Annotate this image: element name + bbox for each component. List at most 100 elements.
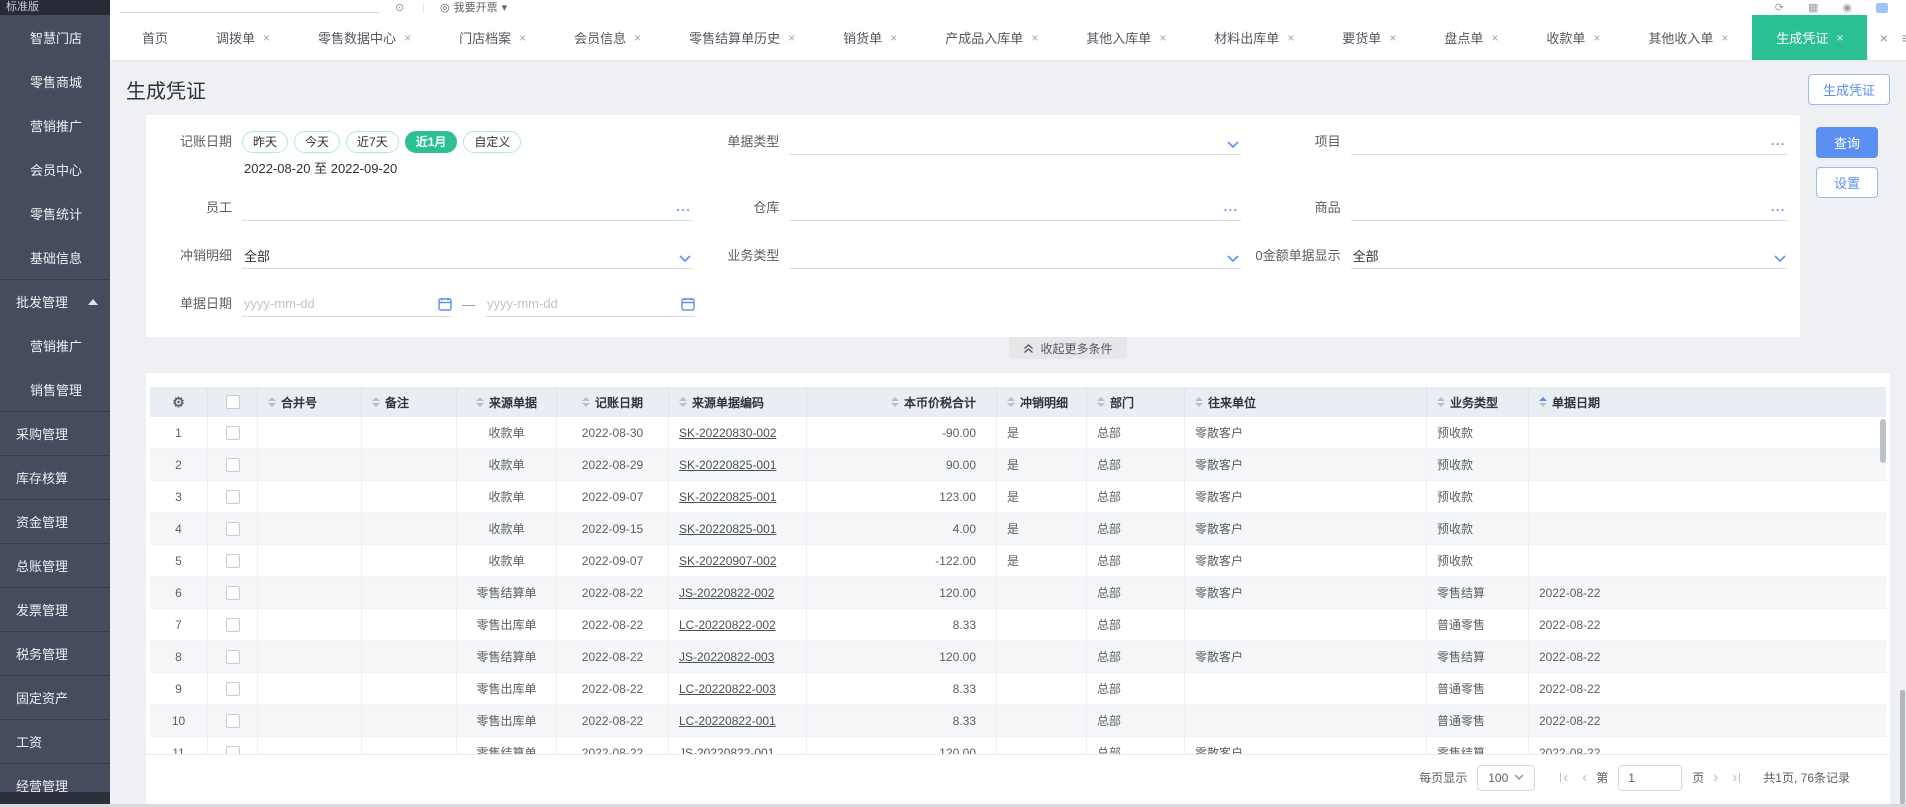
refresh-icon[interactable]: ⟳ xyxy=(1775,1,1784,15)
writeoff-detail-select[interactable]: 全部 xyxy=(242,243,694,269)
tab-收款单[interactable]: 收款单 × xyxy=(1522,15,1624,60)
date-pill-今天[interactable]: 今天 xyxy=(294,131,341,153)
sidebar-item-采购管理[interactable]: 采购管理 xyxy=(0,411,110,455)
tab-menu-icon[interactable]: ≡ xyxy=(1902,30,1906,46)
source-code-link[interactable]: SK-20220830-002 xyxy=(679,426,776,440)
close-tab-icon[interactable]: × xyxy=(1287,31,1294,45)
close-tab-icon[interactable]: × xyxy=(634,31,641,45)
doc-date-start-input[interactable]: yyyy-mm-dd xyxy=(242,291,452,317)
tab-盘点单[interactable]: 盘点单 × xyxy=(1420,15,1522,60)
zero-amount-select[interactable]: 全部 xyxy=(1350,243,1788,269)
row-checkbox[interactable] xyxy=(225,489,240,504)
row-checkbox[interactable] xyxy=(225,649,240,664)
tab-首页[interactable]: 首页 xyxy=(118,15,192,60)
column-header-dept[interactable]: 部门 xyxy=(1087,387,1185,417)
support-icon[interactable]: ◉ xyxy=(1842,1,1852,15)
column-header-source_code[interactable]: 来源单据编码 xyxy=(669,387,807,417)
biz-type-select[interactable] xyxy=(789,243,1241,269)
row-checkbox[interactable] xyxy=(225,713,240,728)
avatar[interactable] xyxy=(1876,3,1888,13)
sidebar-item-零售商城[interactable]: 零售商城 xyxy=(0,59,110,103)
sort-icon[interactable] xyxy=(890,397,899,407)
source-code-link[interactable]: SK-20220825-001 xyxy=(679,458,776,472)
query-button[interactable]: 查询 xyxy=(1816,127,1878,158)
sidebar-item-资金管理[interactable]: 资金管理 xyxy=(0,499,110,543)
close-tab-icon[interactable]: × xyxy=(519,31,526,45)
tab-门店档案[interactable]: 门店档案 × xyxy=(435,15,550,60)
sidebar-item-固定资产[interactable]: 固定资产 xyxy=(0,675,110,719)
close-all-tabs-icon[interactable]: × xyxy=(1880,30,1888,46)
gear-icon[interactable]: ⚙ xyxy=(172,394,185,411)
page-input[interactable]: 1 xyxy=(1618,764,1683,791)
prev-page-button[interactable]: ‹ xyxy=(1582,770,1587,785)
generate-voucher-button[interactable]: 生成凭证 xyxy=(1807,74,1890,105)
source-code-link[interactable]: LC-20220822-003 xyxy=(679,682,776,696)
source-code-link[interactable]: JS-20220822-002 xyxy=(679,586,774,600)
column-header-counterparty[interactable]: 往来单位 xyxy=(1185,387,1427,417)
column-header-biz_type[interactable]: 业务类型 xyxy=(1427,387,1529,417)
employee-picker[interactable]: ··· xyxy=(242,195,694,221)
tab-销货单[interactable]: 销货单 × xyxy=(819,15,921,60)
close-tab-icon[interactable]: × xyxy=(1031,31,1038,45)
doc-date-end-input[interactable]: yyyy-mm-dd xyxy=(485,291,695,317)
per-page-select[interactable]: 100 xyxy=(1477,764,1536,791)
row-checkbox[interactable] xyxy=(225,617,240,632)
tab-要货单[interactable]: 要货单 × xyxy=(1318,15,1420,60)
ellipsis-icon[interactable]: ··· xyxy=(1771,138,1786,150)
row-checkbox[interactable] xyxy=(225,681,240,696)
row-checkbox[interactable] xyxy=(225,425,240,440)
close-tab-icon[interactable]: × xyxy=(890,31,897,45)
sidebar-item-总账管理[interactable]: 总账管理 xyxy=(0,543,110,587)
sidebar-item-会员中心[interactable]: 会员中心 xyxy=(0,147,110,191)
sidebar-item-工资[interactable]: 工资 xyxy=(0,719,110,763)
close-tab-icon[interactable]: × xyxy=(1721,31,1728,45)
sidebar-item-营销推广[interactable]: 营销推广 xyxy=(0,103,110,147)
tab-零售数据中心[interactable]: 零售数据中心 × xyxy=(294,15,435,60)
close-tab-icon[interactable]: × xyxy=(263,31,270,45)
collapse-filters-button[interactable]: 收起更多条件 xyxy=(1009,337,1127,359)
tab-其他收入单[interactable]: 其他收入单 × xyxy=(1624,15,1752,60)
tab-生成凭证[interactable]: 生成凭证 × xyxy=(1752,15,1868,60)
invoice-menu[interactable]: ◎ 我要开票 ▾ xyxy=(440,1,507,15)
row-checkbox[interactable] xyxy=(225,745,240,754)
sidebar-item-营销推广[interactable]: 营销推广 xyxy=(0,323,110,367)
sidebar-item-销售管理[interactable]: 销售管理 xyxy=(0,367,110,411)
source-code-link[interactable]: LC-20220822-002 xyxy=(679,618,776,632)
tab-其他入库单[interactable]: 其他入库单 × xyxy=(1062,15,1190,60)
goods-picker[interactable]: ··· xyxy=(1350,195,1788,221)
column-header-book_date[interactable]: 记账日期 xyxy=(557,387,669,417)
scan-icon[interactable]: ⊙ xyxy=(395,1,404,15)
sidebar-item-库存核算[interactable]: 库存核算 xyxy=(0,455,110,499)
tab-材料出库单[interactable]: 材料出库单 × xyxy=(1190,15,1318,60)
row-checkbox[interactable] xyxy=(225,521,240,536)
column-header-amount[interactable]: 本币价税合计 xyxy=(807,387,997,417)
source-code-link[interactable]: LC-20220822-001 xyxy=(679,714,776,728)
source-code-link[interactable]: JS-20220822-003 xyxy=(679,650,774,664)
tab-产成品入库单[interactable]: 产成品入库单 × xyxy=(921,15,1062,60)
row-checkbox[interactable] xyxy=(225,457,240,472)
sort-icon[interactable] xyxy=(581,397,590,407)
sort-icon[interactable] xyxy=(372,397,380,407)
sidebar-footer[interactable] xyxy=(0,792,110,804)
first-page-button[interactable]: ‹ xyxy=(1560,770,1568,785)
sort-icon[interactable] xyxy=(679,397,687,407)
sort-icon[interactable] xyxy=(475,397,484,407)
column-header-writeoff[interactable]: 冲销明细 xyxy=(997,387,1087,417)
column-header-source_type[interactable]: 来源单据 xyxy=(457,387,557,417)
row-checkbox[interactable] xyxy=(225,553,240,568)
settings-button[interactable]: 设置 xyxy=(1816,167,1878,198)
sort-icon[interactable] xyxy=(1437,397,1445,407)
table-scrollbar-thumb[interactable] xyxy=(1880,419,1886,463)
ellipsis-icon[interactable]: ··· xyxy=(676,204,691,216)
sidebar-item-智慧门店[interactable]: 智慧门店 xyxy=(0,15,110,59)
warehouse-picker[interactable]: ··· xyxy=(789,195,1241,221)
tab-调拨单[interactable]: 调拨单 × xyxy=(192,15,294,60)
tab-零售结算单历史[interactable]: 零售结算单历史 × xyxy=(665,15,819,60)
date-pill-自定义[interactable]: 自定义 xyxy=(463,131,522,153)
sort-icon[interactable] xyxy=(1539,397,1547,407)
sort-icon[interactable] xyxy=(1097,397,1105,407)
close-tab-icon[interactable]: × xyxy=(1491,31,1498,45)
doc-type-select[interactable] xyxy=(789,129,1241,155)
select-all-checkbox[interactable] xyxy=(225,395,240,409)
date-pill-近7天[interactable]: 近7天 xyxy=(346,131,399,153)
